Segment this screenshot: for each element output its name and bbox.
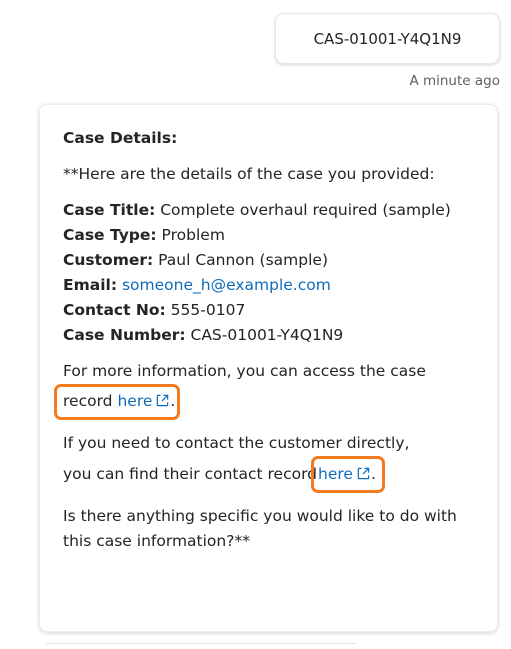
- intro-text: **Here are the details of the case you p…: [63, 165, 435, 183]
- field-value: Paul Cannon (sample): [153, 251, 328, 269]
- case-record-link-highlight: record here.: [54, 384, 181, 420]
- field-case-number: Case Number: CAS-01001-Y4Q1N9: [63, 323, 487, 348]
- field-label: Contact No:: [63, 301, 166, 319]
- contact-line1: If you need to contact the customer dire…: [63, 434, 410, 452]
- case-record-link[interactable]: here: [117, 392, 170, 410]
- case-record-link-text: here: [117, 392, 153, 410]
- field-value: Complete overhaul required (sample): [155, 201, 451, 219]
- more-info-paragraph: For more information, you can access the…: [54, 359, 487, 420]
- field-label: Customer:: [63, 251, 154, 269]
- field-value: 555-0107: [165, 301, 246, 319]
- contact-paragraph: If you need to contact the customer dire…: [63, 431, 487, 493]
- email-link[interactable]: someone_h@example.com: [122, 276, 331, 294]
- bot-response-card: Case Details: **Here are the details of …: [39, 104, 498, 632]
- contact-record-link[interactable]: here: [318, 465, 371, 483]
- field-label: Email:: [63, 276, 118, 294]
- field-label: Case Title:: [63, 201, 156, 219]
- contact-record-link-highlight: here.: [311, 456, 385, 493]
- more-info-line1: For more information, you can access the…: [63, 362, 426, 380]
- field-contact-no: Contact No: 555-0107: [63, 298, 487, 323]
- open-in-new-window-icon: [357, 467, 370, 480]
- bottom-divider: [46, 643, 356, 644]
- contact-suffix: .: [370, 465, 376, 483]
- field-case-type: Case Type: Problem: [63, 223, 487, 248]
- user-message-text: CAS-01001-Y4Q1N9: [313, 29, 462, 48]
- contact-prefix: you can find their contact record: [63, 465, 318, 483]
- more-info-prefix: record: [63, 392, 113, 410]
- closing-text: Is there anything specific you would lik…: [63, 507, 457, 550]
- more-info-suffix: .: [170, 392, 176, 410]
- user-message-bubble: CAS-01001-Y4Q1N9: [275, 13, 500, 64]
- field-email: Email: someone_h@example.com: [63, 273, 487, 298]
- field-label: Case Type:: [63, 226, 157, 244]
- field-case-title: Case Title: Complete overhaul required (…: [63, 198, 487, 223]
- field-value: CAS-01001-Y4Q1N9: [185, 326, 344, 344]
- field-label: Case Number:: [63, 326, 186, 344]
- field-value: Problem: [156, 226, 225, 244]
- contact-record-link-text: here: [318, 465, 353, 483]
- message-timestamp: A minute ago: [409, 73, 500, 89]
- field-customer: Customer: Paul Cannon (sample): [63, 248, 487, 273]
- case-details-heading: Case Details:: [63, 129, 178, 147]
- open-in-new-window-icon: [157, 394, 169, 407]
